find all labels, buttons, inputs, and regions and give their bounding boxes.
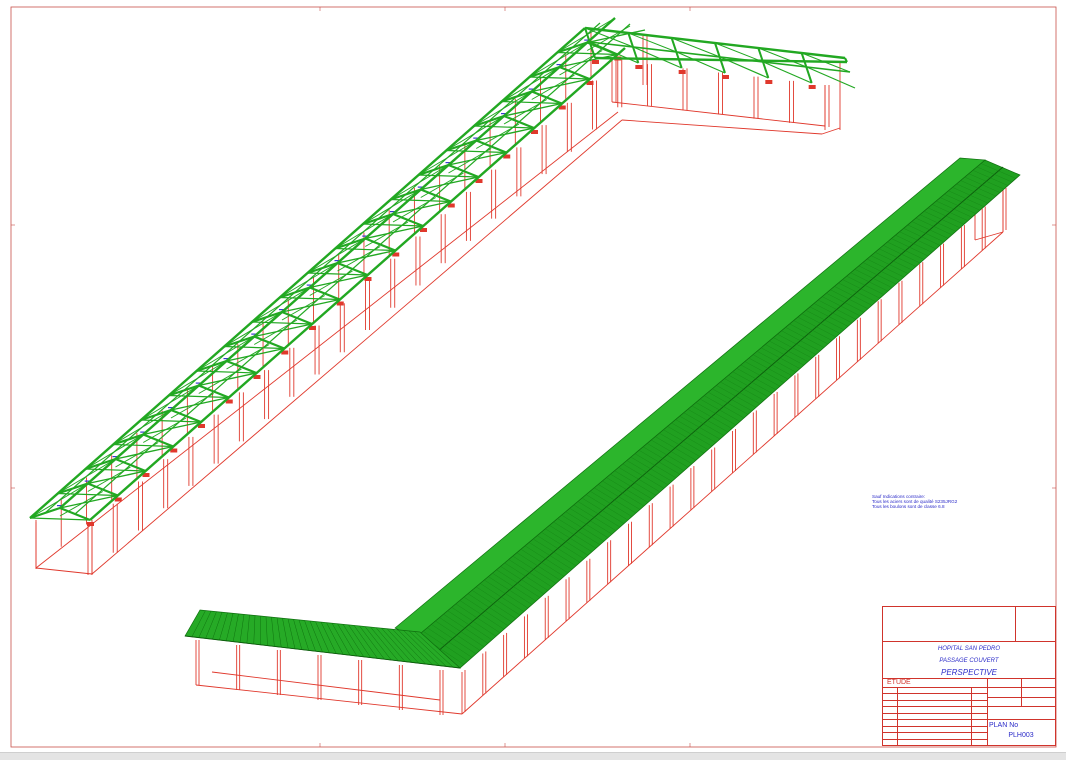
left-columns — [35, 32, 841, 575]
plan-number: PLH003 — [1008, 732, 1034, 739]
project-subject: PASSAGE COUVERT — [939, 658, 999, 664]
project-name: HOPITAL SAN PEDRO — [937, 646, 1001, 652]
horizontal-scrollbar[interactable] — [0, 752, 1066, 760]
long-roof-back — [394, 157, 986, 639]
drawing-sheet: Sauf Indications contraire: Tous les aci… — [0, 0, 1066, 752]
view-title: PERSPECTIVE — [940, 668, 997, 677]
general-notes: Sauf Indications contraire: Tous les aci… — [872, 494, 1042, 510]
right-roof — [184, 157, 1021, 669]
plan-label: PLAN No — [989, 722, 1019, 729]
long-roof-front — [414, 159, 1021, 669]
title-block: HOPITAL SAN PEDRO PASSAGE COUVERT PERSPE… — [882, 606, 1056, 746]
note-line: Tous les boulons sont de classe 6.8 — [872, 504, 945, 510]
phase-label: ETUDE — [887, 679, 911, 686]
left-trusses — [29, 17, 856, 526]
